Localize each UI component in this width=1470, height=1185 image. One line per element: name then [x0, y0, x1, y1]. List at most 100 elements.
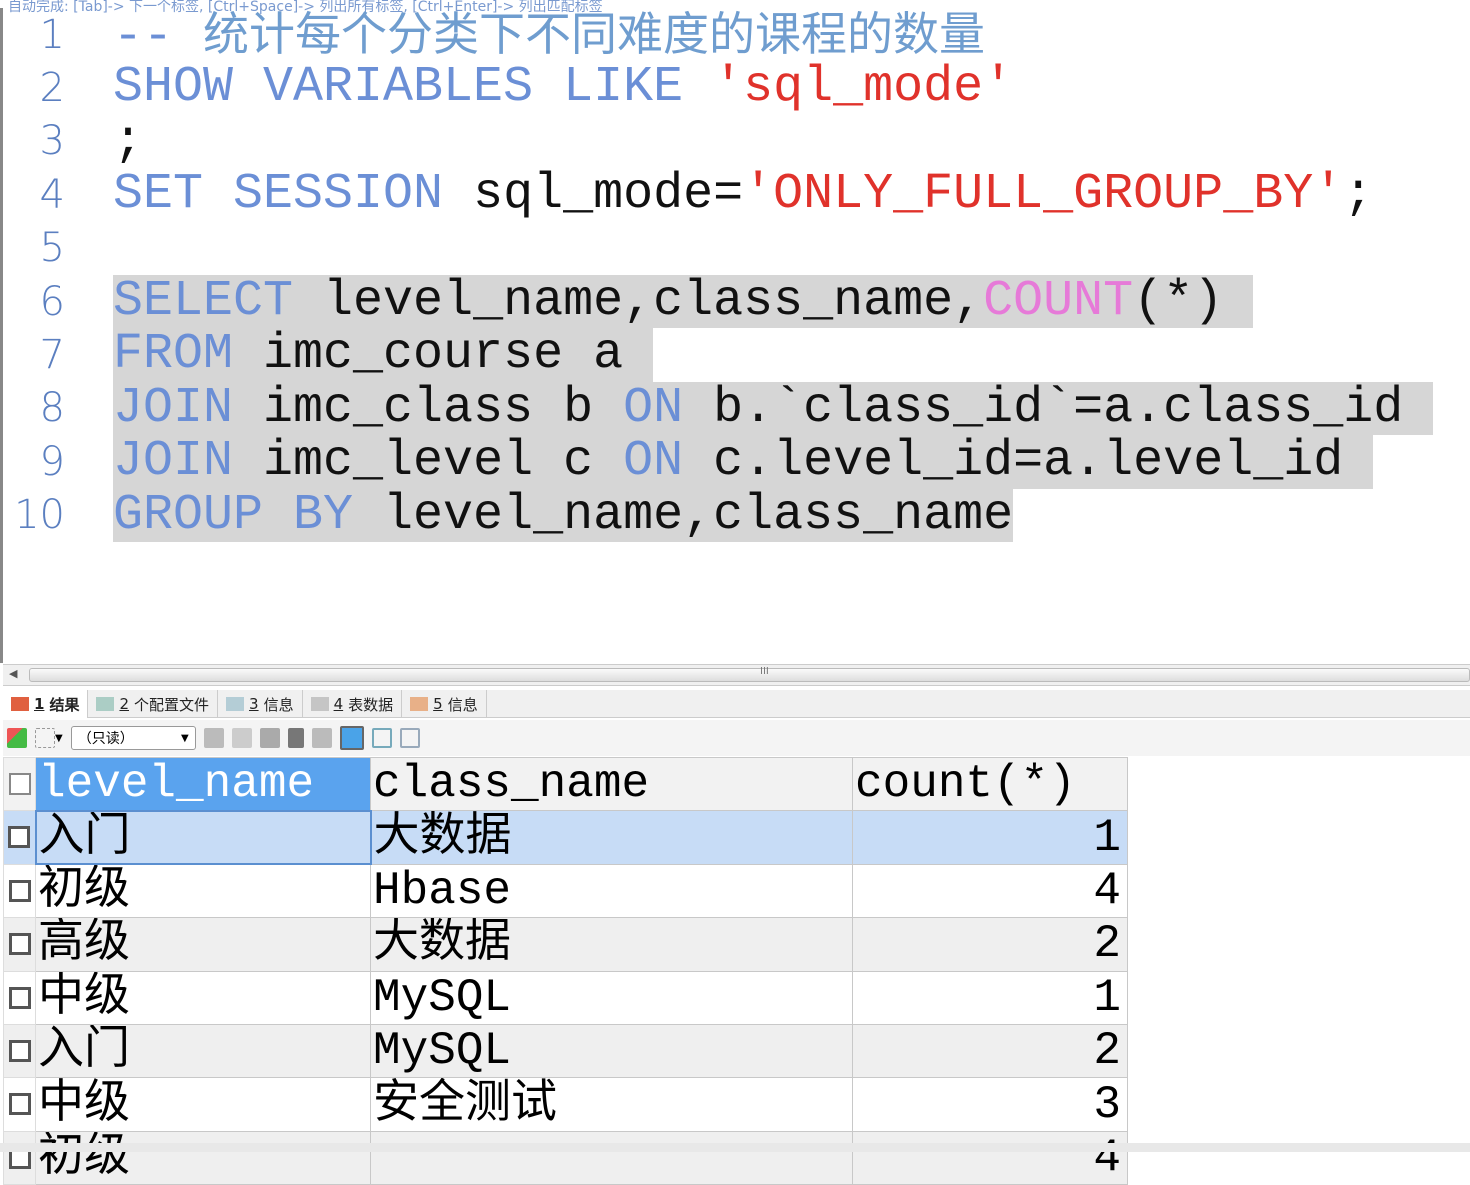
- text-view-icon[interactable]: [399, 728, 420, 748]
- code-text: -- 统计每个分类下不同难度的课程的数量: [113, 7, 986, 64]
- code-line[interactable]: 1 -- 统计每个分类下不同难度的课程的数量: [3, 7, 986, 64]
- column-header[interactable]: count(*): [852, 756, 1128, 812]
- tab-1[interactable]: 1 结果: [3, 690, 89, 718]
- readonly-select[interactable]: （只读） ▼: [70, 726, 196, 750]
- line-number: 6: [39, 278, 65, 325]
- code-token: --: [113, 9, 204, 66]
- code-line[interactable]: 5: [3, 222, 113, 275]
- grid-cell[interactable]: 3: [852, 1077, 1128, 1132]
- grid-cell[interactable]: 2: [852, 1023, 1128, 1079]
- code-line[interactable]: 6 SELECT level_name,class_name,COUNT(*): [3, 273, 1254, 330]
- table-icon: [310, 697, 329, 711]
- table-row[interactable]: 入门 MySQL 2: [3, 1023, 1128, 1079]
- code-token: JOIN: [113, 379, 264, 437]
- checkbox[interactable]: [8, 773, 31, 796]
- grid-cell[interactable]: 初级: [35, 1130, 371, 1185]
- header-row: level_name class_name count(*): [3, 756, 1128, 812]
- save-icon[interactable]: [259, 728, 280, 748]
- line-number: 4: [39, 171, 65, 218]
- add-row-icon[interactable]: [7, 728, 27, 748]
- table-row[interactable]: 高级 大数据 2: [3, 917, 1128, 972]
- row-selector[interactable]: [3, 863, 36, 919]
- grid-cell[interactable]: 中级: [35, 970, 371, 1025]
- grid-options-icon[interactable]: [35, 728, 55, 748]
- code-token: 统计每个分类下不同难度的课程的数量: [203, 7, 986, 61]
- table-row[interactable]: 初级 Hbase 4: [3, 863, 1128, 919]
- grid-cell[interactable]: 初级: [35, 863, 371, 919]
- row-selector[interactable]: [3, 810, 36, 865]
- column-header[interactable]: class_name: [370, 756, 853, 812]
- table-row[interactable]: 入门 大数据 1: [3, 809, 1128, 866]
- code-token: SHOW VARIABLES LIKE: [113, 59, 714, 117]
- grid-cell[interactable]: Hbase: [370, 863, 853, 919]
- checkbox[interactable]: [8, 1039, 31, 1062]
- checkbox[interactable]: [8, 986, 31, 1009]
- grid-cell[interactable]: 2: [852, 917, 1128, 972]
- row-selector[interactable]: [3, 1130, 36, 1185]
- code-token: 'sql_mode': [713, 59, 1014, 117]
- row-selector[interactable]: [3, 1023, 36, 1079]
- row-selector[interactable]: [3, 1077, 36, 1132]
- delete-icon[interactable]: [287, 728, 304, 748]
- grid-cell[interactable]: [370, 1130, 853, 1185]
- grid-cell[interactable]: 1: [852, 810, 1128, 865]
- horizontal-scrollbar[interactable]: ◀ III: [3, 664, 1470, 686]
- form-view-icon[interactable]: [371, 728, 392, 748]
- table-row[interactable]: 中级 MySQL 1: [3, 970, 1128, 1025]
- code-line[interactable]: 7 FROM imc_course a: [3, 328, 654, 382]
- tab-3[interactable]: 3 信息: [218, 690, 303, 718]
- code-line[interactable]: 4 SET SESSION sql_mode='ONLY_FULL_GROUP_B…: [3, 166, 1374, 224]
- grid-cell[interactable]: 入门: [34, 809, 372, 866]
- code-token: COUNT: [983, 273, 1134, 330]
- line-number: 5: [39, 225, 65, 272]
- dropdown-arrow-icon[interactable]: ▼: [55, 733, 63, 744]
- code-line[interactable]: 8 JOIN imc_class b ON b.`class_id`=a.clas…: [3, 379, 1434, 437]
- result-grid: level_name class_name count(*) 入门 大数据 1 初级 Hbas…: [3, 756, 1128, 1185]
- table-row[interactable]: 中级 安全测试 3: [3, 1077, 1128, 1132]
- grid-cell[interactable]: 安全测试: [370, 1077, 853, 1132]
- checkbox[interactable]: [8, 933, 31, 956]
- checkbox[interactable]: [8, 826, 31, 849]
- code-token: level_name,class_name: [383, 486, 1014, 544]
- readonly-select-value: （只读）: [77, 731, 134, 747]
- row-selector[interactable]: [3, 917, 36, 972]
- code-line[interactable]: 10 GROUP BY level_name,class_name: [3, 486, 1014, 544]
- tab-label: 信息: [263, 695, 294, 714]
- insert-row-icon[interactable]: [203, 728, 224, 748]
- code-token: c.level_id=a.level_id: [713, 433, 1374, 491]
- grid-cell[interactable]: 中级: [35, 1077, 371, 1132]
- code-line[interactable]: 9 JOIN imc_level c ON c.level_id=a.level_…: [3, 433, 1374, 491]
- table-row[interactable]: 初级 4: [3, 1130, 1128, 1185]
- row-selector[interactable]: [3, 756, 36, 812]
- tab-5[interactable]: 5 信息: [402, 690, 487, 718]
- code-token: imc_class b: [263, 379, 624, 437]
- grid-cell[interactable]: 高级: [35, 917, 371, 972]
- grid-view-icon[interactable]: [339, 726, 364, 750]
- grid-cell[interactable]: 4: [852, 1130, 1128, 1185]
- column-header[interactable]: level_name: [35, 756, 371, 812]
- grid-cell[interactable]: MySQL: [370, 1023, 853, 1079]
- checkbox[interactable]: [8, 879, 31, 902]
- scroll-left-arrow-icon[interactable]: ◀: [9, 667, 17, 680]
- grid-cell[interactable]: 入门: [35, 1023, 371, 1079]
- grid-cell[interactable]: 4: [852, 863, 1128, 919]
- code-line[interactable]: 3;: [3, 115, 143, 168]
- row-selector[interactable]: [3, 970, 36, 1025]
- grid-cell[interactable]: 大数据: [370, 810, 853, 865]
- duplicate-row-icon[interactable]: [231, 728, 252, 748]
- tab-4[interactable]: 4 表数据: [303, 690, 403, 718]
- code-text: JOIN imc_level c ON c.level_id=a.level_i…: [113, 433, 1374, 491]
- grid-cell[interactable]: MySQL: [370, 970, 853, 1025]
- sql-editor[interactable]: 1 -- 统计每个分类下不同难度的课程的数量 2 SHOW VARIABLES LIK…: [0, 7, 1470, 663]
- grid-cell[interactable]: 大数据: [370, 917, 853, 972]
- scrollbar-thumb[interactable]: III: [29, 666, 1470, 682]
- code-token: 'ONLY_FULL_GROUP_BY': [743, 166, 1344, 224]
- code-text: SELECT level_name,class_name,COUNT(*): [113, 273, 1254, 330]
- code-token: ON: [623, 433, 714, 491]
- code-line[interactable]: 2 SHOW VARIABLES LIKE 'sql_mode': [3, 59, 1014, 117]
- cancel-changes-icon[interactable]: [311, 728, 332, 748]
- grid-cell[interactable]: 1: [852, 970, 1128, 1025]
- chevron-down-icon: ▼: [181, 732, 189, 744]
- tab-2[interactable]: 2 个配置文件: [88, 690, 219, 718]
- checkbox[interactable]: [8, 1093, 31, 1116]
